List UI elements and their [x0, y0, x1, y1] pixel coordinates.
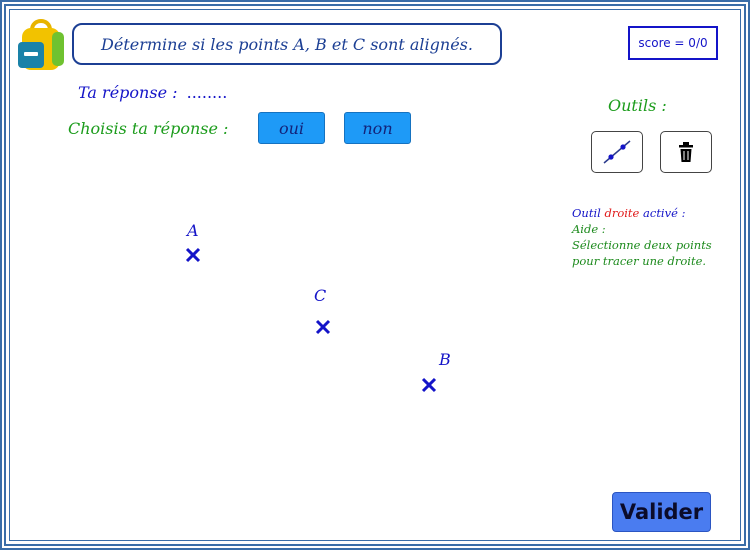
answer-label: Ta réponse :: [78, 83, 178, 102]
non-button[interactable]: non: [344, 112, 411, 144]
tool-prefix: Outil: [572, 206, 601, 220]
line-tool-button[interactable]: [591, 131, 643, 173]
point-c-label: C: [314, 286, 327, 305]
point-a-label: A: [187, 221, 199, 240]
answer-line: Ta réponse : ........: [78, 83, 227, 102]
tool-status-line: Outil droite activé :: [572, 205, 712, 221]
choose-label: Choisis ta réponse :: [68, 119, 229, 138]
point-b-cross[interactable]: [421, 377, 437, 393]
help-title: Aide :: [572, 222, 606, 236]
tool-suffix: activé :: [643, 206, 686, 220]
point-a-cross[interactable]: [185, 247, 201, 263]
instruction-box: Détermine si les points A, B et C sont a…: [72, 23, 502, 65]
help-line-1: Sélectionne deux points: [572, 238, 712, 252]
line-through-points-icon: [603, 140, 631, 164]
backpack-icon: [18, 19, 64, 70]
help-line-2: pour tracer une droite.: [572, 254, 707, 268]
score-box: score = 0/0: [628, 26, 718, 60]
point-c-cross[interactable]: [315, 319, 331, 335]
tools-label: Outils :: [608, 96, 667, 115]
validate-button[interactable]: Valider: [612, 492, 711, 532]
tool-name: droite: [604, 206, 640, 220]
tool-info: Outil droite activé : Aide : Sélectionne…: [572, 205, 712, 269]
score-text: score = 0/0: [638, 36, 708, 50]
trash-icon: [679, 142, 693, 162]
instruction-text: Détermine si les points A, B et C sont a…: [101, 34, 473, 54]
oui-button[interactable]: oui: [258, 112, 325, 144]
delete-tool-button[interactable]: [660, 131, 712, 173]
answer-value: ........: [186, 83, 228, 102]
point-b-label: B: [439, 350, 451, 369]
